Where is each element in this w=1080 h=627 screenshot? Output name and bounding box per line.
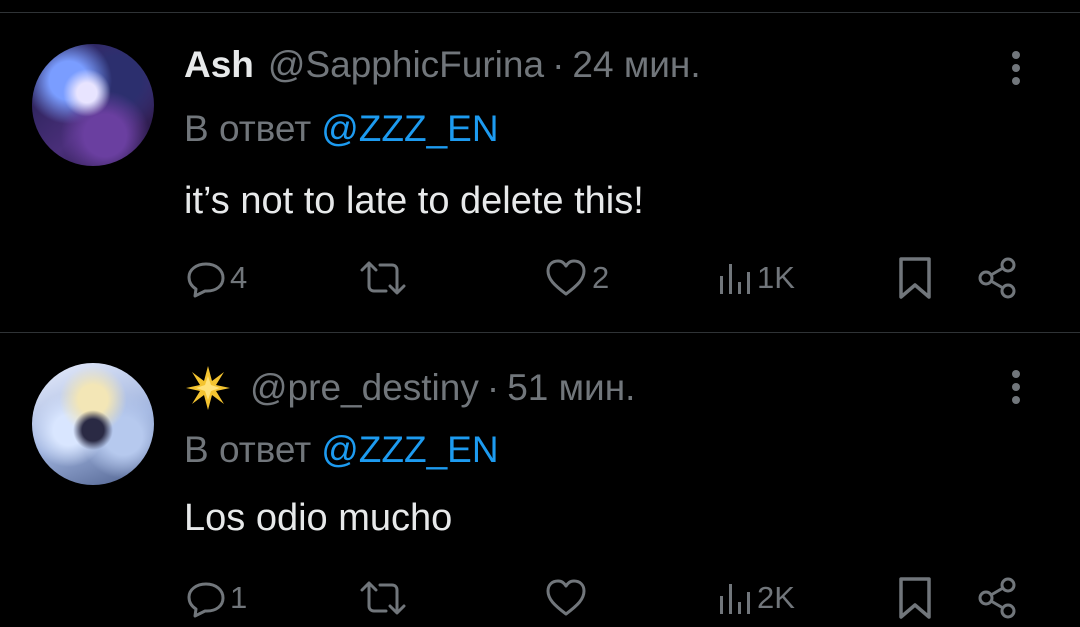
view-count: 2K	[757, 580, 795, 615]
replying-to-label: В ответ	[184, 429, 312, 470]
share-icon	[976, 576, 1020, 620]
avatar[interactable]	[32, 363, 154, 485]
share-icon	[976, 256, 1020, 300]
action-bar: 1 2K	[0, 573, 1080, 623]
reply-count: 1	[230, 580, 248, 615]
timestamp[interactable]: 24 мин.	[572, 44, 700, 86]
like-button[interactable]	[544, 573, 592, 623]
views-chart-icon	[717, 258, 753, 298]
heart-icon	[544, 258, 588, 298]
bookmark-icon	[895, 575, 935, 621]
avatar[interactable]	[32, 44, 154, 166]
tweet[interactable]: Ash @SapphicFurina · 24 мин. В ответ @ZZZ…	[0, 14, 1080, 332]
tweet[interactable]: @pre_destiny · 51 мин. В ответ @ZZZ_EN Lo…	[0, 333, 1080, 627]
replying-to: В ответ @ZZZ_EN	[184, 429, 499, 471]
views-chart-icon	[717, 578, 753, 618]
tweet-text: it’s not to late to delete this!	[184, 180, 644, 222]
bookmark-button[interactable]	[895, 253, 935, 303]
top-divider	[0, 12, 1080, 13]
bookmark-icon	[895, 255, 935, 301]
bookmark-button[interactable]	[895, 573, 935, 623]
reply-icon	[186, 258, 226, 298]
reply-count: 4	[230, 260, 248, 295]
reply-button[interactable]: 1	[186, 573, 247, 623]
like-button[interactable]: 2	[544, 253, 609, 303]
timestamp[interactable]: 51 мин.	[507, 367, 635, 409]
views-button[interactable]: 2K	[717, 573, 795, 623]
reply-icon	[186, 578, 226, 618]
action-bar: 4 2 1K	[0, 253, 1080, 303]
separator-dot: ·	[486, 367, 500, 408]
view-count: 1K	[757, 260, 795, 295]
more-options-icon[interactable]	[1004, 48, 1028, 88]
retweet-button[interactable]	[358, 253, 412, 303]
like-count: 2	[592, 260, 610, 295]
retweet-button[interactable]	[358, 573, 412, 623]
reply-button[interactable]: 4	[186, 253, 247, 303]
display-name[interactable]: Ash	[184, 44, 254, 86]
retweet-icon	[358, 578, 408, 618]
heart-icon	[544, 578, 588, 618]
retweet-icon	[358, 258, 408, 298]
user-handle[interactable]: @pre_destiny	[250, 367, 479, 409]
share-button[interactable]	[976, 573, 1020, 623]
views-button[interactable]: 1K	[717, 253, 795, 303]
tweet-text: Los odio mucho	[184, 497, 453, 539]
tweet-header: Ash @SapphicFurina · 24 мин.	[184, 40, 701, 90]
separator-dot: ·	[552, 44, 565, 85]
tweet-header: @pre_destiny · 51 мин.	[184, 363, 635, 413]
mention-link[interactable]: @ZZZ_EN	[321, 429, 498, 470]
replying-to: В ответ @ZZZ_EN	[184, 108, 499, 150]
user-handle[interactable]: @SapphicFurina	[268, 44, 544, 86]
replying-to-label: В ответ	[184, 108, 312, 149]
mention-link[interactable]: @ZZZ_EN	[321, 108, 498, 149]
star-emoji-icon	[184, 364, 232, 412]
more-options-icon[interactable]	[1004, 367, 1028, 407]
share-button[interactable]	[976, 253, 1020, 303]
